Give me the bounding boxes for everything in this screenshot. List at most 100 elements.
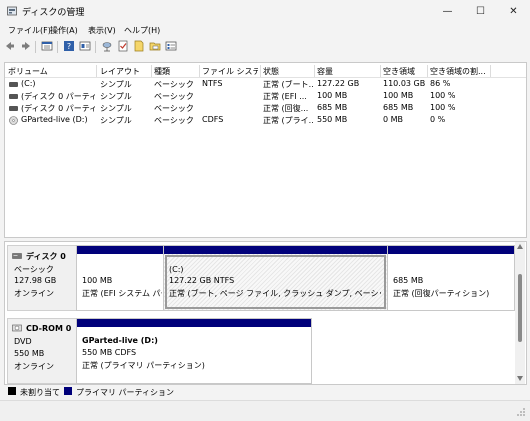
status-bar [0,400,530,421]
close-icon: ✕ [509,5,518,17]
partition-size: 127.22 GB NTFS [169,276,235,285]
column-header-free[interactable]: 空き領域 [383,66,425,76]
column-divider[interactable] [199,65,200,77]
volume-name: GParted-live (D:) [21,115,88,124]
back-icon [6,42,14,50]
volume-row[interactable]: GParted-live (D:) シンプル ベーシック CDFS 正常 (プラ… [5,114,526,126]
partition-status: 正常 (ブート, ページ ファイル, クラッシュ ダンプ, ベーシック データ … [169,289,381,298]
volume-free-percent: 100 % [430,103,456,112]
volume-list-header: ボリューム レイアウト 種類 ファイル システム 状態 容量 空き領域 空き領域… [5,63,526,78]
disk-list-button[interactable] [41,40,53,52]
cd-drive-icon [12,324,22,332]
column-header-type[interactable]: 種類 [154,66,196,76]
check-button[interactable] [117,40,129,52]
column-header-free-percent[interactable]: 空き領域の割... [430,66,488,76]
column-divider[interactable] [490,65,491,77]
menu-help[interactable]: ヘルプ(H) [124,25,160,36]
volume-type: ベーシック [154,104,194,113]
maximize-button[interactable]: ☐ [464,0,497,22]
disk-management-app-icon [7,6,17,16]
properties-icon [79,41,91,51]
title-bar: ディスクの管理 — ☐ ✕ [0,0,530,22]
volume-type: ベーシック [154,92,194,101]
legend: 未割り当て プライマリ パーティション [4,384,525,398]
vertical-scrollbar[interactable] [515,242,525,384]
scroll-up-icon[interactable] [517,244,523,249]
column-header-volume[interactable]: ボリューム [8,66,94,76]
column-header-layout[interactable]: レイアウト [100,66,148,76]
volume-free: 110.03 GB [383,79,426,88]
back-button[interactable] [4,40,16,52]
volume-name: (ディスク 0 パーティショ... [21,104,95,113]
help-button[interactable]: ? [63,40,75,52]
column-header-filesystem[interactable]: ファイル システム [202,66,258,76]
window-title: ディスクの管理 [22,8,85,18]
partition-type-bar [77,319,311,327]
cdrom-0-info[interactable]: CD-ROM 0 DVD 550 MB オンライン [7,318,77,384]
volume-list[interactable]: ボリューム レイアウト 種類 ファイル システム 状態 容量 空き領域 空き領域… [4,62,527,238]
partition-size: 550 MB CDFS [82,348,137,357]
maximize-icon: ☐ [476,5,485,17]
volume-icon [9,94,18,99]
volume-status: 正常 (回復... [263,104,309,113]
partition-size: 685 MB [393,276,424,285]
new-button[interactable] [133,40,145,52]
volume-icon [9,82,18,87]
minimize-button[interactable]: — [431,0,464,22]
column-divider[interactable] [96,65,97,77]
forward-button[interactable] [20,40,32,52]
disk-name: CD-ROM 0 [26,324,72,333]
properties-button[interactable] [79,40,91,52]
column-divider[interactable] [314,65,315,77]
disk-state: オンライン [14,289,54,298]
partition-type-bar [388,246,514,254]
disk-list-icon [41,41,53,51]
disk-name: ディスク 0 [26,252,66,261]
partition-type-bar [164,246,387,254]
resize-grip-icon[interactable] [516,407,526,417]
cd-icon [9,116,18,125]
volume-row[interactable]: (ディスク 0 パーティショ... シンプル ベーシック 正常 (回復... 6… [5,102,526,114]
volume-free: 100 MB [383,91,414,100]
disk-state: オンライン [14,362,54,371]
menu-view[interactable]: 表示(V) [88,25,116,36]
partition-cdrom[interactable]: GParted-live (D:) 550 MB CDFS 正常 (プライマリ … [76,318,312,384]
svg-text:?: ? [67,42,71,51]
column-divider[interactable] [427,65,428,77]
scrollbar-thumb[interactable] [518,274,522,342]
disk-type: DVD [14,337,32,346]
folder-icon [149,42,161,51]
partition-recovery[interactable]: 685 MB 正常 (回復パーティション) [387,245,515,311]
disk-management-window: ディスクの管理 — ☐ ✕ ファイル(F) 操作(A) 表示(V) ヘルプ(H)… [0,0,530,421]
partition-status: 正常 (EFI システム パーテ [82,289,162,298]
settings-button[interactable] [165,40,177,52]
connect-button[interactable] [101,40,113,52]
partition-efi[interactable]: 100 MB 正常 (EFI システム パーテ [76,245,164,311]
volume-name: (ディスク 0 パーティショ... [21,92,95,101]
toolbar-separator [95,41,96,53]
menu-file[interactable]: ファイル(F) [8,25,51,36]
partition-c[interactable]: (C:) 127.22 GB NTFS 正常 (ブート, ページ ファイル, ク… [163,245,388,311]
close-button[interactable]: ✕ [497,0,530,22]
menu-action[interactable]: 操作(A) [50,25,78,36]
toolbar-separator [57,41,58,53]
volume-row[interactable]: (ディスク 0 パーティショ... シンプル ベーシック 正常 (EFI ...… [5,90,526,102]
connect-icon [102,42,112,52]
volume-status: 正常 (プライ... [263,116,313,125]
column-divider[interactable] [260,65,261,77]
volume-layout: シンプル [100,116,132,125]
column-divider[interactable] [380,65,381,77]
column-divider[interactable] [151,65,152,77]
legend-primary-partition: プライマリ パーティション [76,388,175,397]
unallocated-swatch [8,387,16,395]
scroll-down-icon[interactable] [517,376,523,381]
volume-row[interactable]: (C:) シンプル ベーシック NTFS 正常 (ブート... 127.22 G… [5,78,526,90]
volume-status: 正常 (ブート... [263,80,313,89]
column-header-status[interactable]: 状態 [263,66,311,76]
volume-free-percent: 86 % [430,79,451,88]
disk-0-info[interactable]: ディスク 0 ベーシック 127.98 GB オンライン [7,245,77,311]
column-header-capacity[interactable]: 容量 [317,66,377,76]
folder-button[interactable] [149,40,161,52]
volume-free: 685 MB [383,103,414,112]
volume-filesystem: NTFS [202,79,223,88]
